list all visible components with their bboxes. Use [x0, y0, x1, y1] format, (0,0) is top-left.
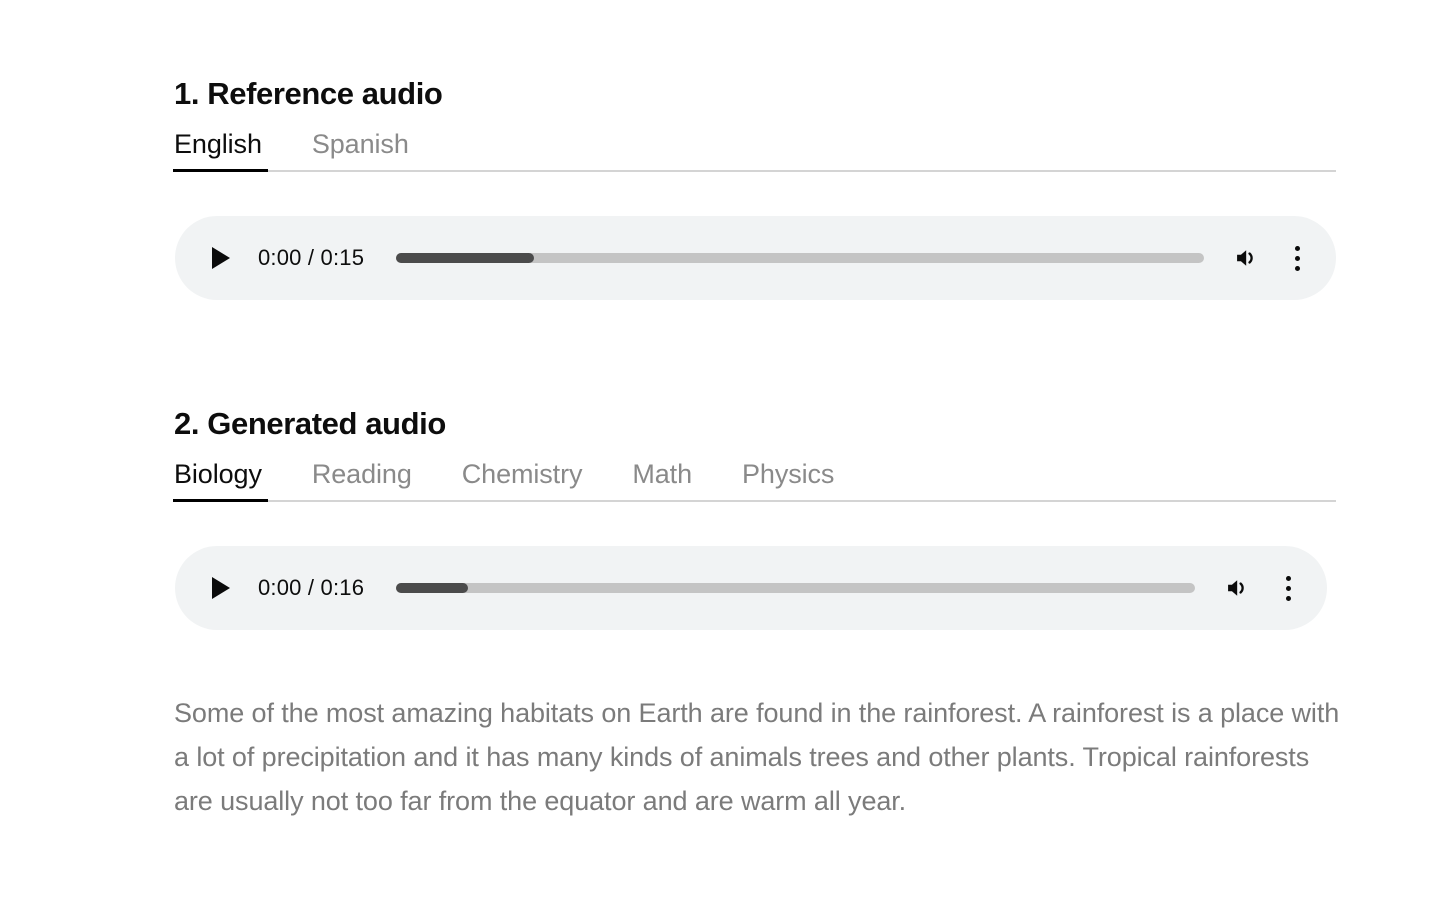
tabs-generated-audio: Biology Reading Chemistry Math Physics	[173, 446, 1336, 502]
audio-player-generated: 0:00 / 0:16	[175, 546, 1327, 630]
tab-label: Physics	[742, 459, 835, 489]
play-button[interactable]	[200, 237, 242, 279]
more-options-button[interactable]	[1282, 241, 1312, 275]
tab-list: Biology Reading Chemistry Math Physics	[173, 459, 834, 502]
play-icon	[212, 577, 230, 599]
page-root: 1. Reference audio English Spanish 0:00 …	[0, 0, 1456, 906]
play-icon	[212, 247, 230, 269]
more-options-icon	[1285, 575, 1291, 601]
page-title-reference-audio: 1. Reference audio	[174, 75, 443, 111]
tab-math[interactable]: Math	[632, 461, 692, 502]
progress-buffered	[396, 253, 534, 263]
volume-on-icon	[1228, 580, 1244, 596]
more-options-button[interactable]	[1273, 571, 1303, 605]
tab-physics[interactable]: Physics	[742, 461, 834, 502]
tab-label: Chemistry	[461, 459, 583, 489]
time-display: 0:00 / 0:15	[258, 245, 365, 270]
page-title-generated-audio: 2. Generated audio	[174, 405, 446, 441]
tab-label: Spanish	[311, 129, 409, 159]
volume-on-icon	[1237, 250, 1253, 266]
tab-chemistry[interactable]: Chemistry	[462, 461, 583, 502]
more-options-icon	[1294, 245, 1300, 271]
transcript-text: Some of the most amazing habitats on Ear…	[174, 698, 1340, 816]
progress-slider[interactable]	[396, 583, 1195, 593]
time-display: 0:00 / 0:16	[258, 575, 365, 600]
tab-label: Math	[632, 459, 692, 489]
tab-english[interactable]: English	[173, 129, 268, 172]
progress-buffered	[396, 583, 469, 593]
tab-label: English	[174, 129, 262, 159]
tab-biology[interactable]: Biology	[173, 459, 268, 502]
tabs-reference-audio: English Spanish	[173, 116, 1336, 172]
tab-spanish[interactable]: Spanish	[312, 131, 409, 172]
volume-button[interactable]	[1221, 571, 1255, 605]
tab-label: Biology	[174, 459, 262, 489]
volume-button[interactable]	[1230, 241, 1264, 275]
tab-reading[interactable]: Reading	[312, 461, 412, 502]
progress-slider[interactable]	[396, 253, 1204, 263]
play-button[interactable]	[200, 567, 242, 609]
audio-player-reference: 0:00 / 0:15	[175, 216, 1336, 300]
tab-list: English Spanish	[173, 129, 409, 172]
tab-label: Reading	[311, 459, 412, 489]
